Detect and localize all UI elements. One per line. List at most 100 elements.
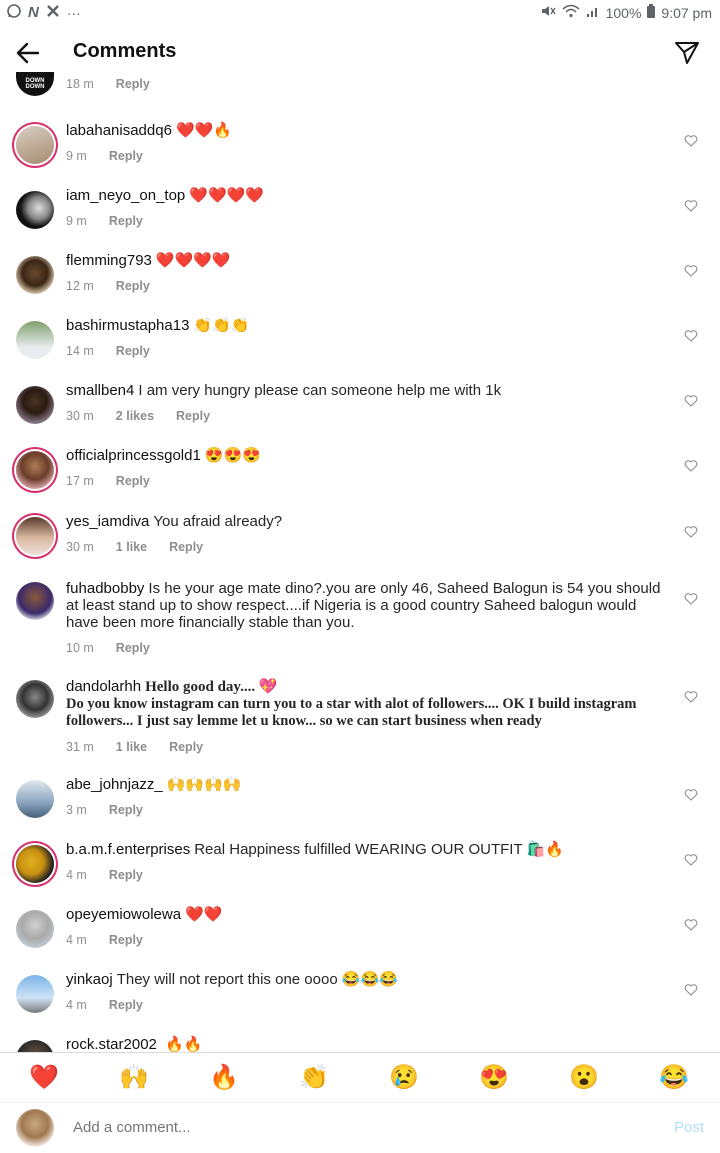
comment-time: 4 m bbox=[66, 998, 87, 1012]
avatar[interactable] bbox=[16, 256, 54, 294]
comment-username[interactable]: yes_iamdiva bbox=[66, 513, 149, 530]
comment-text: They will not report this one oooo 😂😂😂 bbox=[116, 971, 398, 988]
avatar[interactable] bbox=[16, 582, 54, 620]
comment-username[interactable]: iam_neyo_on_top bbox=[66, 187, 185, 204]
comment-time: 9 m bbox=[66, 214, 87, 228]
reply-button[interactable]: Reply bbox=[116, 343, 150, 360]
comment-text: You afraid already? bbox=[153, 513, 283, 530]
comment-composer: Post bbox=[0, 1102, 720, 1153]
reply-button[interactable]: Reply bbox=[169, 739, 203, 756]
like-heart-icon[interactable] bbox=[684, 525, 698, 539]
emoji-laughing[interactable]: 😂 bbox=[654, 1063, 694, 1092]
battery-percent: 100% bbox=[605, 4, 642, 21]
avatar[interactable] bbox=[16, 680, 54, 718]
page-title: Comments bbox=[73, 40, 177, 62]
avatar[interactable]: DOWN DOWN bbox=[16, 72, 54, 96]
comment-text: Hello good day.... 💖 bbox=[145, 679, 278, 695]
comment-username[interactable]: b.a.m.f.enterprises bbox=[66, 841, 190, 858]
comment-text: ❤️❤️❤️❤️ bbox=[155, 252, 231, 269]
avatar[interactable] bbox=[16, 386, 54, 424]
comment-text: Is he your age mate dino?.you are only 4… bbox=[66, 580, 661, 631]
like-heart-icon[interactable] bbox=[684, 394, 698, 408]
emoji-heart[interactable]: ❤️ bbox=[24, 1063, 64, 1092]
back-arrow-icon[interactable] bbox=[14, 39, 42, 67]
comment-text-continued: Do you know instagram can turn you to a … bbox=[66, 696, 637, 729]
comment-text: ❤️❤️❤️❤️ bbox=[189, 187, 264, 204]
whatsapp-icon bbox=[6, 3, 22, 22]
comment-username[interactable]: fuhadbobby bbox=[66, 580, 144, 597]
comment-input[interactable] bbox=[73, 1119, 633, 1136]
likes-count[interactable]: 2 likes bbox=[116, 408, 154, 425]
reply-button[interactable]: Reply bbox=[109, 148, 143, 165]
comment-username[interactable]: officialprincessgold1 bbox=[66, 447, 201, 464]
likes-count[interactable]: 1 like bbox=[116, 739, 147, 756]
avatar[interactable] bbox=[16, 780, 54, 818]
comment-username[interactable]: labahanisaddq6 bbox=[66, 122, 172, 139]
avatar[interactable] bbox=[16, 910, 54, 948]
comment-time: 30 m bbox=[66, 540, 94, 554]
like-heart-icon[interactable] bbox=[684, 199, 698, 213]
send-direct-icon[interactable] bbox=[674, 40, 700, 66]
reply-button[interactable]: Reply bbox=[109, 802, 143, 819]
avatar-logo-text: DOWN DOWN bbox=[25, 78, 45, 90]
comment-text: 😍😍😍 bbox=[204, 447, 261, 464]
comment-username[interactable]: abe_johnjazz_ bbox=[66, 776, 163, 793]
like-heart-icon[interactable] bbox=[684, 983, 698, 997]
reply-button[interactable]: Reply bbox=[109, 997, 143, 1014]
news-icon: N bbox=[28, 4, 39, 21]
comment-text: I am very hungry please can someone help… bbox=[138, 382, 502, 399]
reply-button[interactable]: Reply bbox=[176, 408, 210, 425]
avatar[interactable] bbox=[16, 321, 54, 359]
avatar[interactable] bbox=[16, 975, 54, 1013]
emoji-fire[interactable]: 🔥 bbox=[204, 1063, 244, 1092]
comment-time: 3 m bbox=[66, 803, 87, 817]
like-heart-icon[interactable] bbox=[684, 592, 698, 606]
comments-list[interactable]: DOWN DOWN 18 m Reply labahanisaddq6 ❤️❤️🔥… bbox=[0, 72, 720, 1052]
comment-text: Real Happiness fulfilled WEARING OUR OUT… bbox=[194, 841, 564, 858]
like-heart-icon[interactable] bbox=[684, 134, 698, 148]
emoji-surprised[interactable]: 😮 bbox=[564, 1063, 604, 1092]
emoji-quick-bar: ❤️ 🙌 🔥 👏 😢 😍 😮 😂 bbox=[0, 1052, 720, 1103]
comment-username[interactable]: rock.star2002 bbox=[66, 1036, 157, 1052]
reply-button[interactable]: Reply bbox=[109, 867, 143, 884]
emoji-heart-eyes[interactable]: 😍 bbox=[474, 1063, 514, 1092]
like-heart-icon[interactable] bbox=[684, 918, 698, 932]
comment-time: 17 m bbox=[66, 474, 94, 488]
signal-icon bbox=[586, 4, 600, 21]
reply-button[interactable]: Reply bbox=[109, 213, 143, 230]
comment-time: 31 m bbox=[66, 740, 94, 754]
like-heart-icon[interactable] bbox=[684, 788, 698, 802]
comment-username[interactable]: flemming793 bbox=[66, 252, 152, 269]
avatar[interactable] bbox=[16, 191, 54, 229]
avatar[interactable] bbox=[16, 1040, 54, 1052]
reply-button[interactable]: Reply bbox=[169, 539, 203, 556]
comment-time: 10 m bbox=[66, 641, 94, 655]
reply-button[interactable]: Reply bbox=[116, 640, 150, 657]
comment-username[interactable]: dandolarhh bbox=[66, 678, 141, 695]
comment-username[interactable]: yinkaoj bbox=[66, 971, 113, 988]
reply-button[interactable]: Reply bbox=[116, 278, 150, 295]
emoji-clapping[interactable]: 👏 bbox=[294, 1063, 334, 1092]
like-heart-icon[interactable] bbox=[684, 329, 698, 343]
avatar[interactable] bbox=[16, 517, 54, 555]
comment-username[interactable]: opeyemiowolewa bbox=[66, 906, 181, 923]
like-heart-icon[interactable] bbox=[684, 853, 698, 867]
likes-count[interactable]: 1 like bbox=[116, 539, 147, 556]
avatar[interactable] bbox=[16, 451, 54, 489]
comment-time: 4 m bbox=[66, 868, 87, 882]
emoji-crying[interactable]: 😢 bbox=[384, 1063, 424, 1092]
reply-button[interactable]: Reply bbox=[116, 473, 150, 490]
reply-button[interactable]: Reply bbox=[109, 932, 143, 949]
avatar[interactable] bbox=[16, 845, 54, 883]
emoji-raising-hands[interactable]: 🙌 bbox=[114, 1063, 154, 1092]
like-heart-icon[interactable] bbox=[684, 264, 698, 278]
like-heart-icon[interactable] bbox=[684, 690, 698, 704]
comment-username[interactable]: bashirmustapha13 bbox=[66, 317, 189, 334]
reply-button[interactable]: Reply bbox=[116, 76, 150, 93]
avatar[interactable] bbox=[16, 126, 54, 164]
comment-username[interactable]: smallben4 bbox=[66, 382, 134, 399]
status-bar: N ··· 100% 9:07 pm bbox=[0, 0, 720, 26]
app-notification-icon bbox=[45, 3, 61, 22]
like-heart-icon[interactable] bbox=[684, 459, 698, 473]
post-button[interactable]: Post bbox=[674, 1119, 704, 1136]
